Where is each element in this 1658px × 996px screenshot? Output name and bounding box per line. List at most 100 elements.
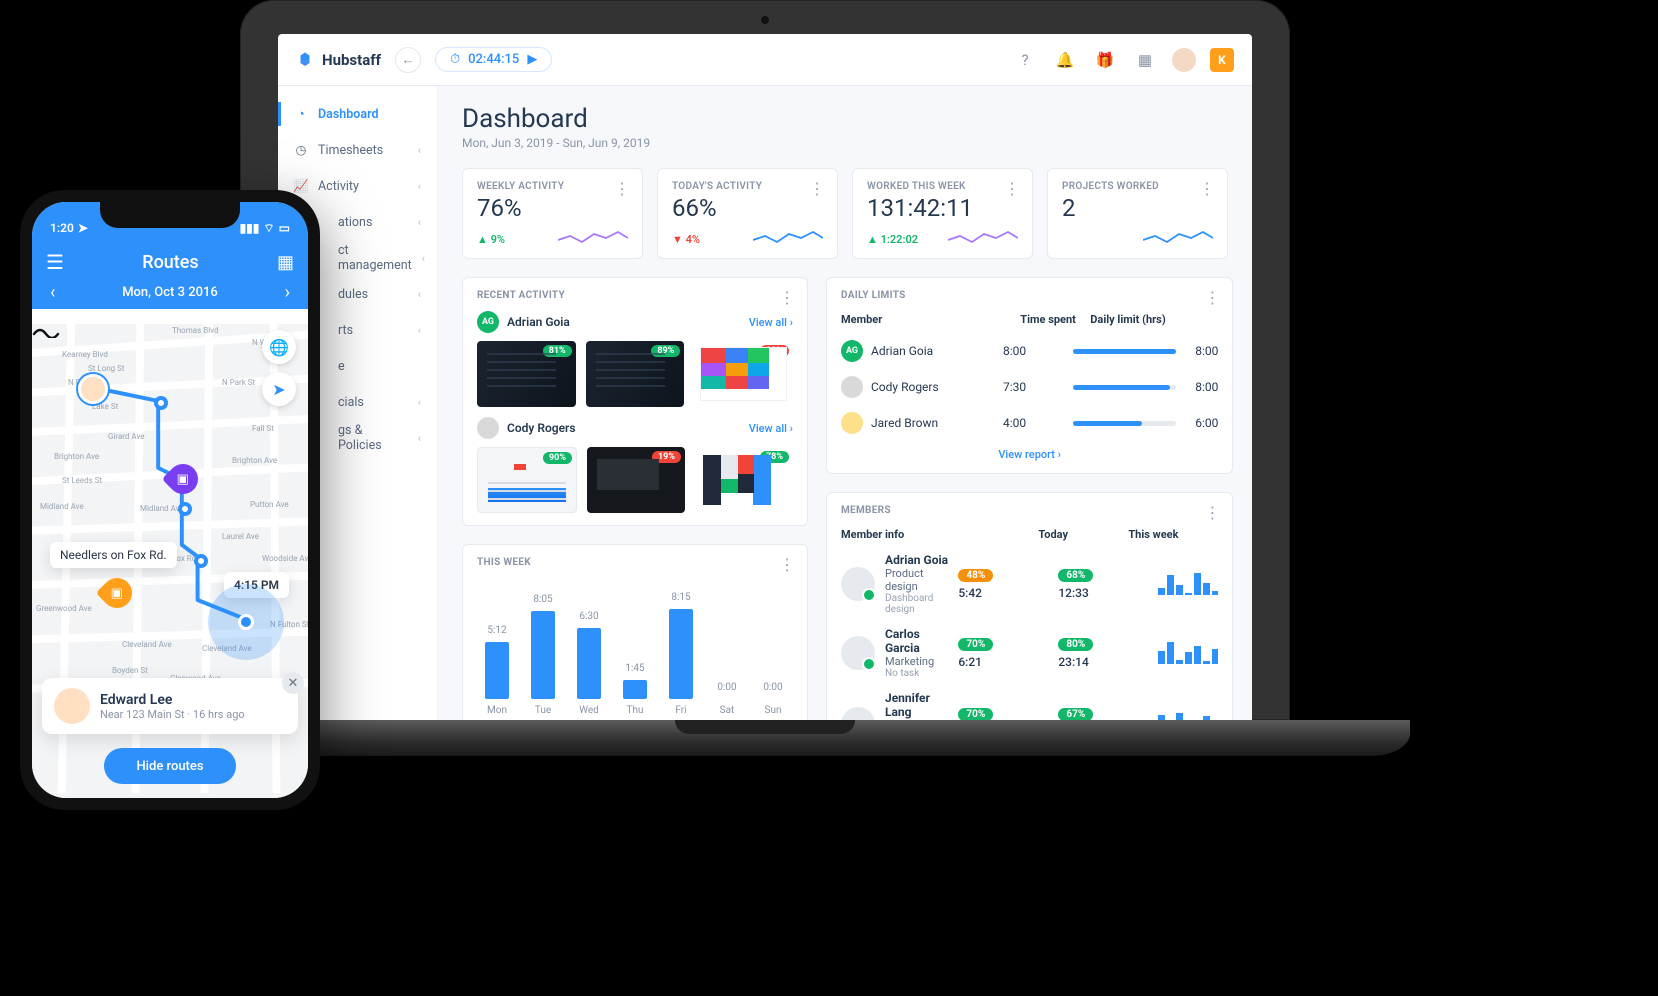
screenshot-thumb[interactable]: 23% (694, 341, 793, 407)
phone-appbar: ☰ Routes ▦ ‹ Mon, Oct 3 2016 › (32, 244, 308, 309)
user-avatar-small (841, 412, 863, 434)
laptop-frame: Hubstaff ← ⏱ 02:44:15 ▶ ? 🔔 🎁 ▦ K ◔ Dash… (240, 0, 1290, 720)
member-sparkbars (1158, 642, 1218, 664)
stat-value: 66% (672, 194, 823, 222)
stat-card: ⋮ WEEKLY ACTIVITY 76% ▲ 9% (462, 168, 643, 259)
laptop-camera (761, 16, 769, 24)
bar (669, 609, 693, 699)
screenshot-thumb[interactable]: 89% (586, 341, 685, 407)
screenshot-thumb[interactable]: 81% (477, 341, 576, 407)
member-row: Carlos Garcia Marketing No task 70% 6:21… (841, 627, 1218, 679)
user-avatar-small: AG (477, 311, 499, 333)
map-callout-place[interactable]: Needlers on Fox Rd. (50, 542, 177, 568)
more-icon[interactable]: ⋮ (614, 179, 632, 198)
member-task: Dashboard design (885, 593, 948, 615)
more-icon[interactable]: ⋮ (779, 288, 797, 307)
back-button[interactable]: ← (395, 47, 421, 73)
route-user-card[interactable]: ✕ Edward Lee Near 123 Main St · 16 hrs a… (42, 678, 298, 734)
stat-label: PROJECTS WORKED (1062, 181, 1213, 192)
member-avatar[interactable] (841, 567, 875, 601)
more-icon[interactable]: ⋮ (1199, 179, 1217, 198)
activity-pct-badge: 89% (651, 345, 680, 357)
member-role: Product design (885, 567, 948, 593)
activity-pct-badge: 23% (760, 345, 789, 357)
brand[interactable]: Hubstaff (296, 51, 381, 69)
chevron-left-icon: ‹ (418, 216, 421, 229)
map-view[interactable]: Thomas BlvdN WalshKearney BlvdSt Long St… (32, 324, 308, 798)
screenshot-thumb[interactable]: 90% (477, 447, 577, 513)
gift-icon[interactable]: 🎁 (1092, 47, 1118, 73)
activity-pct-badge: 81% (543, 345, 572, 357)
view-all-link[interactable]: View all › (749, 316, 793, 329)
chevron-left-icon: ‹ (422, 252, 425, 265)
street-label: Fall St (252, 424, 274, 433)
chart-icon: 📈 (294, 179, 308, 193)
more-icon[interactable]: ⋮ (779, 555, 797, 574)
bar (623, 680, 647, 699)
week-time: 23:14 (1058, 655, 1088, 669)
close-icon[interactable]: ✕ (282, 672, 304, 694)
phone-notch (100, 202, 240, 228)
more-icon[interactable]: ⋮ (1004, 179, 1022, 198)
more-icon[interactable]: ⋮ (809, 179, 827, 198)
chevron-left-icon: ‹ (418, 144, 421, 157)
street-label: Brighton Ave (232, 456, 277, 465)
more-icon[interactable]: ⋮ (1204, 503, 1222, 522)
apps-grid-icon[interactable]: ▦ (1132, 47, 1158, 73)
prev-day-button[interactable]: ‹ (50, 282, 55, 303)
timer-pill[interactable]: ⏱ 02:44:15 ▶ (435, 47, 552, 72)
bar-day: Tue (535, 705, 551, 716)
stat-label: WORKED THIS WEEK (867, 181, 1018, 192)
brand-logo-icon (296, 51, 314, 69)
sidebar-item-timesheets[interactable]: ◷ Timesheets ‹ (278, 132, 437, 168)
locate-button[interactable]: ➤ (262, 372, 296, 406)
street-label: Brighton Ave (54, 452, 99, 461)
chevron-left-icon: ‹ (418, 288, 421, 301)
more-icon[interactable]: ⋮ (1204, 288, 1222, 307)
member-row: Adrian Goia Product design Dashboard des… (841, 553, 1218, 615)
street-label: Kearney Blvd (62, 350, 108, 359)
bar-day: Mon (487, 705, 507, 716)
screenshot-thumb[interactable]: 19% (587, 447, 685, 513)
route-waypoint (178, 502, 192, 516)
member-task: No task (885, 668, 948, 679)
week-time: 12:33 (1058, 586, 1088, 600)
marker-current-location (238, 614, 254, 630)
member-avatar[interactable] (841, 707, 875, 721)
view-all-link[interactable]: View all › (749, 422, 793, 435)
screenshot-thumb[interactable]: 78% (695, 447, 793, 513)
member-sparkbars (1158, 573, 1218, 595)
bell-icon[interactable]: 🔔 (1052, 47, 1078, 73)
globe-button[interactable]: 🌐 (262, 330, 296, 364)
members-header: Member info Today This week (841, 528, 1218, 541)
help-icon[interactable]: ? (1012, 47, 1038, 73)
stat-delta: ▼ 4% (672, 233, 700, 246)
next-day-button[interactable]: › (285, 282, 290, 303)
member-name: Jared Brown (871, 416, 995, 430)
stat-value: 131:42:11 (867, 194, 1018, 222)
calendar-icon[interactable]: ▦ (277, 252, 294, 273)
sparkline (753, 226, 823, 246)
sidebar-item-dashboard[interactable]: ◔ Dashboard (278, 96, 437, 132)
signal-icon: ▮▮▮ (240, 221, 260, 235)
timer-value: 02:44:15 (468, 52, 519, 67)
phone-title: Routes (142, 252, 198, 273)
member-name: Adrian Goia (885, 553, 948, 567)
stat-delta: ▲ 1:22:02 (867, 233, 918, 246)
bar-value: 0:00 (763, 682, 782, 693)
stat-card: ⋮ PROJECTS WORKED 2 (1047, 168, 1228, 259)
org-switcher[interactable]: K (1210, 48, 1234, 72)
view-report-link[interactable]: View report (998, 448, 1055, 461)
hide-routes-button[interactable]: Hide routes (104, 748, 236, 784)
today-time: 5:42 (958, 586, 982, 600)
menu-icon[interactable]: ☰ (46, 250, 64, 274)
sparkline (948, 226, 1018, 246)
bar (485, 642, 509, 699)
marker-user-start[interactable] (78, 374, 108, 404)
recent-user-row: Cody Rogers View all › (477, 417, 793, 439)
user-avatar[interactable] (1172, 48, 1196, 72)
bar-day: Sat (720, 705, 735, 716)
bar-day: Thu (627, 705, 644, 716)
bar-day: Sun (765, 705, 782, 716)
member-avatar[interactable] (841, 636, 875, 670)
